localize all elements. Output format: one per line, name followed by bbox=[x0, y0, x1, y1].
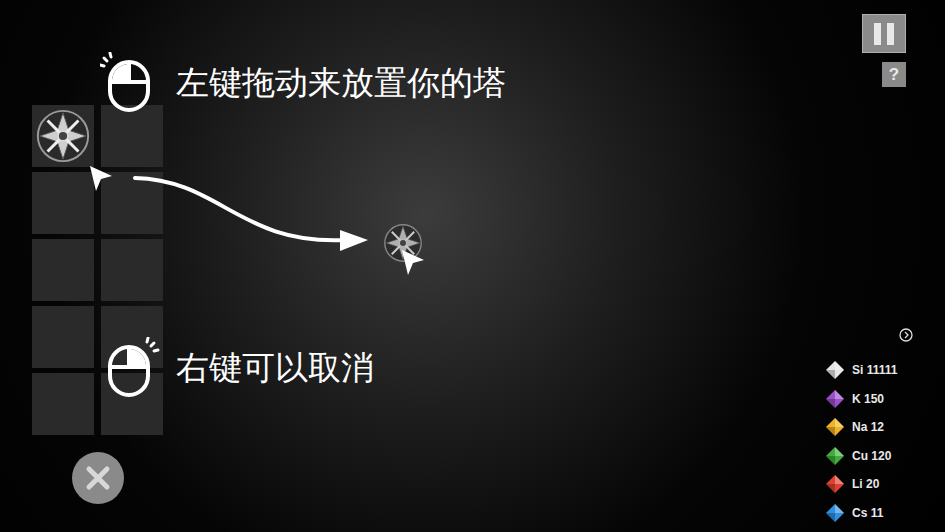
game-screen: 左键拖动来放置你的塔右键可以取消? Si 11111 K 150 Na 12 Cu 12… bbox=[0, 0, 945, 532]
tower-icon bbox=[34, 107, 92, 165]
resource-row: Na 12 bbox=[825, 413, 913, 442]
tower-slot[interactable] bbox=[32, 373, 94, 435]
expand-icon[interactable] bbox=[899, 328, 913, 342]
tower-slot[interactable] bbox=[32, 306, 94, 368]
tower-slot[interactable] bbox=[32, 172, 94, 234]
tower-slot[interactable] bbox=[32, 239, 94, 301]
close-button[interactable] bbox=[72, 452, 124, 504]
resource-label: Li 20 bbox=[852, 475, 879, 493]
tower-slot[interactable] bbox=[101, 239, 163, 301]
resource-row: K 150 bbox=[825, 385, 913, 414]
resource-row: Li 20 bbox=[825, 470, 913, 499]
pause-button[interactable] bbox=[862, 14, 906, 53]
hint-text: 左键拖动来放置你的塔 bbox=[176, 62, 506, 103]
gem-icon bbox=[825, 360, 845, 380]
pause-icon bbox=[874, 23, 894, 45]
mouse-icon bbox=[100, 337, 162, 399]
gem-icon bbox=[825, 474, 845, 494]
hint-text: 右键可以取消 bbox=[176, 347, 374, 388]
resource-panel: Si 11111 K 150 Na 12 Cu 120 Li 20 Cs 11 bbox=[825, 328, 913, 527]
resource-label: Cu 120 bbox=[852, 447, 891, 465]
tower-slot[interactable] bbox=[32, 105, 94, 167]
top-controls: ? bbox=[862, 14, 906, 87]
resource-row: Cs 11 bbox=[825, 499, 913, 528]
cursor-icon bbox=[86, 164, 116, 194]
resource-label: Na 12 bbox=[852, 418, 884, 436]
gem-icon bbox=[825, 417, 845, 437]
tutorial-hint: 右键可以取消 bbox=[100, 337, 374, 399]
resource-label: Si 11111 bbox=[852, 361, 897, 379]
help-button[interactable]: ? bbox=[882, 62, 906, 87]
tower-slot[interactable] bbox=[101, 105, 163, 167]
resource-row: Cu 120 bbox=[825, 442, 913, 471]
resource-row: Si 11111 bbox=[825, 356, 913, 385]
gem-icon bbox=[825, 503, 845, 523]
resource-label: K 150 bbox=[852, 390, 884, 408]
mouse-icon bbox=[100, 52, 162, 114]
close-icon bbox=[85, 465, 111, 491]
tutorial-hint: 左键拖动来放置你的塔 bbox=[100, 52, 506, 114]
resource-label: Cs 11 bbox=[852, 504, 883, 522]
cursor-icon bbox=[398, 248, 428, 278]
gem-icon bbox=[825, 446, 845, 466]
gem-icon bbox=[825, 389, 845, 409]
